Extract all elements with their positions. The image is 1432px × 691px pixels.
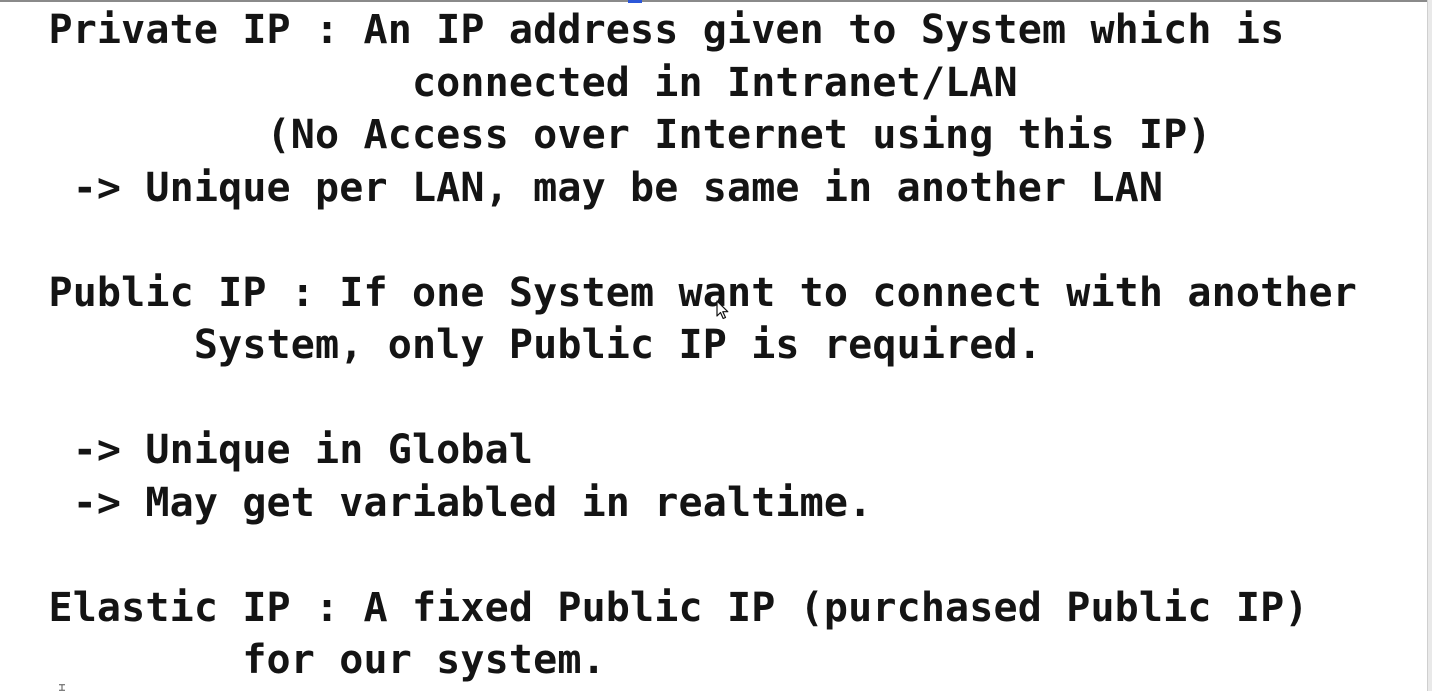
line-elastic-ip-definition: Elastic IP : A fixed Public IP (purchase… (0, 585, 1309, 631)
line-private-ip-bullet: -> Unique per LAN, may be same in anothe… (0, 165, 1164, 211)
line-private-ip-note: (No Access over Internet using this IP) (0, 112, 1212, 158)
line-public-ip-continuation: System, only Public IP is required. (0, 322, 1042, 368)
line-elastic-ip-continuation: for our system. (0, 637, 606, 683)
line-private-ip-definition: Private IP : An IP address given to Syst… (0, 7, 1285, 53)
mouse-pointer-icon (716, 300, 729, 320)
line-public-ip-bullet-global: -> Unique in Global (0, 427, 534, 473)
line-public-ip-bullet-realtime: -> May get variabled in realtime. (0, 480, 873, 526)
line-private-ip-continuation: connected in Intranet/LAN (0, 60, 1018, 106)
text-caret-icon (59, 684, 65, 691)
notes-editor[interactable]: Private IP : An IP address given to Syst… (0, 0, 1432, 691)
line-public-ip-definition: Public IP : If one System want to connec… (0, 270, 1357, 316)
